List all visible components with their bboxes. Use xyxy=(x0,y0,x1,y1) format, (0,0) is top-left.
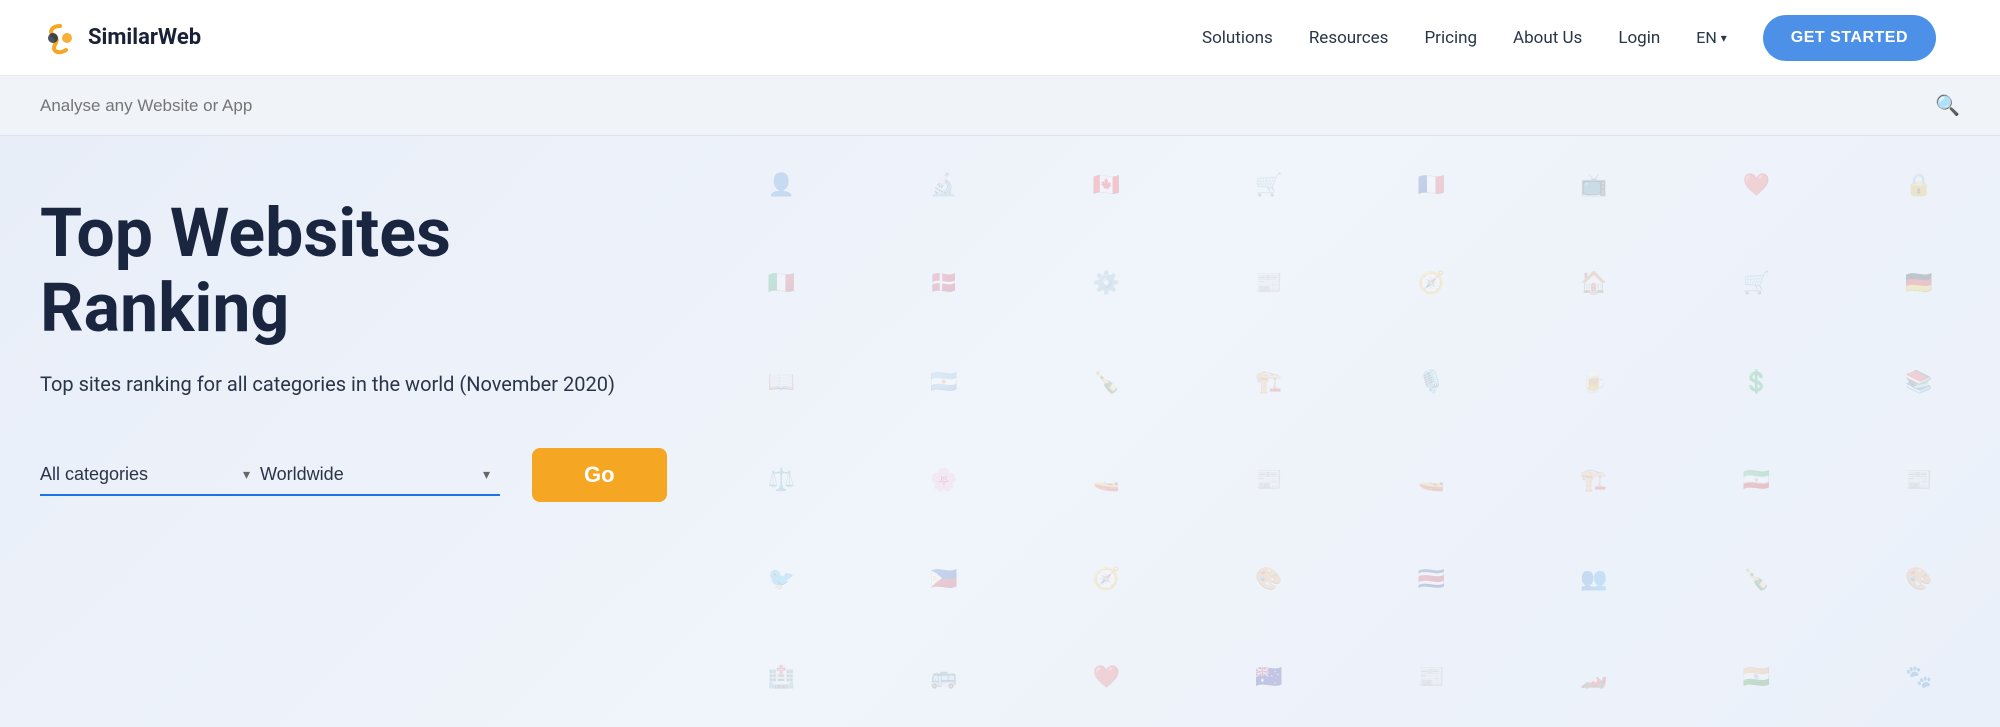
bg-icon: 📰 xyxy=(1350,629,1513,727)
bg-icon: 🎨 xyxy=(1188,530,1351,629)
nav-pricing[interactable]: Pricing xyxy=(1424,28,1477,48)
location-select-wrap: Worldwide United States United Kingdom C… xyxy=(260,454,500,496)
bg-icon: 🚌 xyxy=(863,629,1026,727)
bg-icon: 🚤 xyxy=(1350,432,1513,531)
bg-icon: 🇵🇭 xyxy=(863,530,1026,629)
location-select[interactable]: Worldwide United States United Kingdom C… xyxy=(260,454,500,496)
nav-login[interactable]: Login xyxy=(1618,28,1660,48)
bg-icon: 🛒 xyxy=(1188,136,1351,235)
filter-row: All categories News & Media Social Netwo… xyxy=(40,448,640,502)
bg-icon: 🌸 xyxy=(863,432,1026,531)
bg-icon: 🧭 xyxy=(1025,530,1188,629)
bg-icon: 🍾 xyxy=(1675,530,1838,629)
bg-icon: 📺 xyxy=(1513,136,1676,235)
bg-icon: 📰 xyxy=(1838,432,2000,531)
language-selector[interactable]: EN ▾ xyxy=(1696,28,1727,47)
search-bar: 🔍 xyxy=(0,76,2000,136)
bg-icon: 🇩🇪 xyxy=(1838,235,2000,334)
bg-icon: 🇮🇹 xyxy=(700,235,863,334)
logo[interactable]: SimilarWeb xyxy=(40,18,201,58)
bg-icon: 🇮🇳 xyxy=(1675,629,1838,727)
language-label: EN xyxy=(1696,28,1717,47)
bg-icon: 🇨🇷 xyxy=(1350,530,1513,629)
bg-icon: 🇮🇷 xyxy=(1675,432,1838,531)
navbar: SimilarWeb Solutions Resources Pricing A… xyxy=(0,0,2000,76)
bg-icon: ⚙️ xyxy=(1025,235,1188,334)
logo-text: SimilarWeb xyxy=(88,25,201,50)
bg-icon: 📰 xyxy=(1188,432,1351,531)
bg-icon: 🚤 xyxy=(1025,432,1188,531)
logo-icon xyxy=(40,18,80,58)
bg-icon: 👤 xyxy=(700,136,863,235)
bg-icon: 🐦 xyxy=(700,530,863,629)
nav-links: Solutions Resources Pricing About Us Log… xyxy=(1202,15,1936,61)
bg-icon: 👥 xyxy=(1513,530,1676,629)
bg-icon: 🔒 xyxy=(1838,136,2000,235)
bg-icon: 📰 xyxy=(1188,235,1351,334)
nav-solutions[interactable]: Solutions xyxy=(1202,28,1273,48)
background-icons: 👤🔬🇨🇦🛒🇫🇷📺❤️🔒🇮🇹🇩🇰⚙️📰🧭🏠🛒🇩🇪📖🇦🇷🍾🏗️🎙️🍺💲📚⚖️🌸🚤📰🚤… xyxy=(700,136,2000,727)
bg-icon: 🏗️ xyxy=(1188,333,1351,432)
bg-icon: 🏥 xyxy=(700,629,863,727)
bg-icon: 🇦🇷 xyxy=(863,333,1026,432)
hero-content: Top Websites Ranking Top sites ranking f… xyxy=(40,196,640,502)
bg-icon: 🇨🇦 xyxy=(1025,136,1188,235)
bg-icon: 🏎️ xyxy=(1513,629,1676,727)
chevron-down-icon: ▾ xyxy=(1721,31,1727,45)
category-select-wrap: All categories News & Media Social Netwo… xyxy=(40,454,260,496)
search-icon: 🔍 xyxy=(1935,95,1960,117)
bg-icon: 🔬 xyxy=(863,136,1026,235)
bg-icon: 🍺 xyxy=(1513,333,1676,432)
hero-section: 👤🔬🇨🇦🛒🇫🇷📺❤️🔒🇮🇹🇩🇰⚙️📰🧭🏠🛒🇩🇪📖🇦🇷🍾🏗️🎙️🍺💲📚⚖️🌸🚤📰🚤… xyxy=(0,136,2000,727)
go-button[interactable]: Go xyxy=(532,448,667,502)
bg-icon: 🛒 xyxy=(1675,235,1838,334)
hero-subtitle: Top sites ranking for all categories in … xyxy=(40,370,640,398)
bg-icon: ❤️ xyxy=(1025,629,1188,727)
bg-icon: 🇦🇺 xyxy=(1188,629,1351,727)
get-started-button[interactable]: GET STARTED xyxy=(1763,15,1936,61)
bg-icon: ❤️ xyxy=(1675,136,1838,235)
nav-resources[interactable]: Resources xyxy=(1309,28,1389,48)
search-button[interactable]: 🔍 xyxy=(1935,93,1960,118)
bg-icon: ⚖️ xyxy=(700,432,863,531)
category-select[interactable]: All categories News & Media Social Netwo… xyxy=(40,454,260,496)
nav-about-us[interactable]: About Us xyxy=(1513,28,1582,48)
bg-icon: 🎨 xyxy=(1838,530,2000,629)
bg-icon: 🇫🇷 xyxy=(1350,136,1513,235)
bg-icon: 🧭 xyxy=(1350,235,1513,334)
bg-icon: 🇩🇰 xyxy=(863,235,1026,334)
bg-icon: 🏗️ xyxy=(1513,432,1676,531)
bg-icon: 💲 xyxy=(1675,333,1838,432)
bg-icon: 📖 xyxy=(700,333,863,432)
bg-icon: 🐾 xyxy=(1838,629,2000,727)
bg-icon: 📚 xyxy=(1838,333,2000,432)
bg-icon: 🎙️ xyxy=(1350,333,1513,432)
bg-icon: 🏠 xyxy=(1513,235,1676,334)
bg-icon: 🍾 xyxy=(1025,333,1188,432)
hero-title: Top Websites Ranking xyxy=(40,196,640,346)
search-input[interactable] xyxy=(40,96,1935,116)
